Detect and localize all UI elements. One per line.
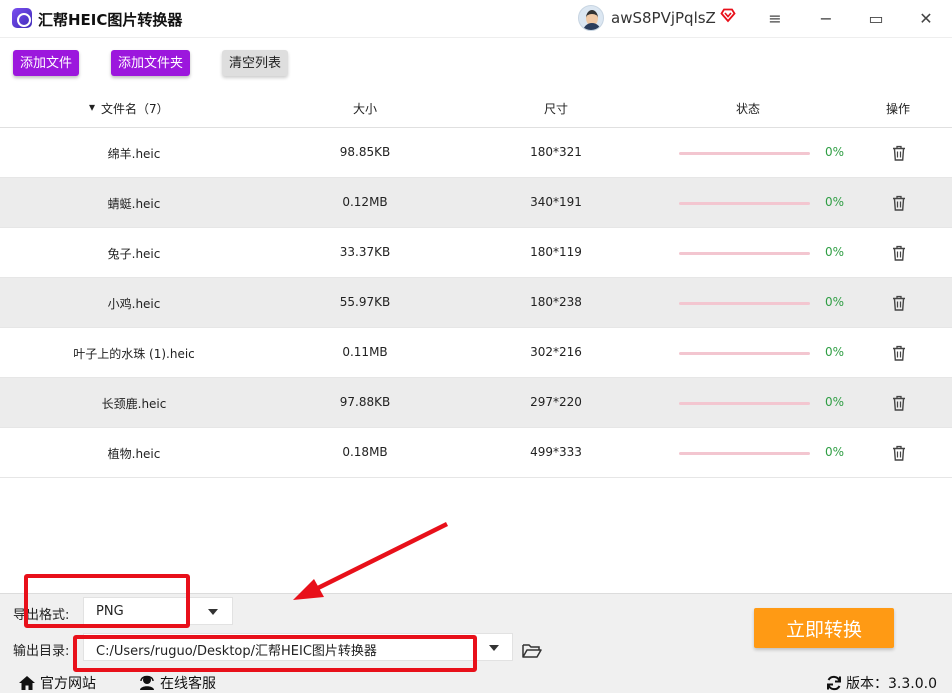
file-size: 33.37KB xyxy=(339,245,391,259)
delete-icon[interactable] xyxy=(892,245,906,261)
progress-percent: 0% xyxy=(825,445,845,459)
annotation-box-format xyxy=(24,574,190,628)
delete-icon[interactable] xyxy=(892,395,906,411)
online-support-link[interactable]: 在线客服 xyxy=(138,673,216,693)
progress-percent: 0% xyxy=(825,245,845,259)
clear-list-button[interactable]: 清空列表 xyxy=(222,50,289,76)
table-row[interactable]: 植物.heic 0.18MB 499*333 0% xyxy=(0,428,952,478)
refresh-icon xyxy=(827,675,841,691)
add-folder-button[interactable]: 添加文件夹 xyxy=(111,50,191,76)
add-files-button[interactable]: 添加文件 xyxy=(13,50,80,76)
file-size: 0.11MB xyxy=(342,345,388,359)
home-icon xyxy=(19,676,35,690)
convert-now-button[interactable]: 立即转换 xyxy=(754,608,894,648)
file-dimensions: 180*119 xyxy=(530,245,582,259)
minimize-icon[interactable]: − xyxy=(811,4,841,32)
username[interactable]: awS8PVjPqlsZ xyxy=(611,9,716,27)
title-bar: 汇帮HEIC图片转换器 awS8PVjPqlsZ ≡ − ▭ ✕ xyxy=(0,0,952,38)
table-row[interactable]: 小鸡.heic 55.97KB 180*238 0% xyxy=(0,278,952,328)
version-info[interactable]: 版本：3.3.0.0 xyxy=(826,673,937,693)
version-label: 版本：3.3.0.0 xyxy=(846,676,937,692)
file-name: 蜻蜓.heic xyxy=(107,197,161,211)
file-name: 兔子.heic xyxy=(107,247,161,261)
delete-icon[interactable] xyxy=(892,295,906,311)
progress-percent: 0% xyxy=(825,195,845,209)
file-name: 长颈鹿.heic xyxy=(101,397,167,411)
online-support-label: 在线客服 xyxy=(160,676,216,692)
avatar[interactable] xyxy=(578,5,604,31)
file-name: 绵羊.heic xyxy=(107,147,161,161)
file-dimensions: 302*216 xyxy=(530,345,582,359)
vip-badge-icon[interactable] xyxy=(720,7,736,23)
progress-bar xyxy=(679,252,810,255)
file-size: 0.18MB xyxy=(342,445,388,459)
progress-percent: 0% xyxy=(825,395,845,409)
app-logo-icon xyxy=(12,8,32,28)
table-row[interactable]: 兔子.heic 33.37KB 180*119 0% xyxy=(0,228,952,278)
file-name: 小鸡.heic xyxy=(107,297,161,311)
file-dimensions: 340*191 xyxy=(530,195,582,209)
open-folder-icon[interactable] xyxy=(522,643,542,659)
table-header: ▾ 文件名（7） 大小 尺寸 状态 操作 xyxy=(0,88,952,128)
annotation-box-output-dir xyxy=(73,635,477,672)
progress-bar xyxy=(679,452,810,455)
progress-percent: 0% xyxy=(825,145,845,159)
progress-bar xyxy=(679,352,810,355)
close-icon[interactable]: ✕ xyxy=(911,4,941,32)
file-name: 叶子上的水珠 (1).heic xyxy=(73,347,195,361)
progress-bar xyxy=(679,152,810,155)
maximize-icon[interactable]: ▭ xyxy=(861,4,891,32)
file-table: ▾ 文件名（7） 大小 尺寸 状态 操作 绵羊.heic 98.85KB 180… xyxy=(0,88,952,478)
delete-icon[interactable] xyxy=(892,195,906,211)
table-row[interactable]: 绵羊.heic 98.85KB 180*321 0% xyxy=(0,128,952,178)
file-size: 98.85KB xyxy=(339,145,391,159)
column-header-size[interactable]: 大小 xyxy=(353,100,377,117)
toolbar: 添加文件 添加文件夹 清空列表 xyxy=(0,39,952,88)
file-size: 55.97KB xyxy=(339,295,391,309)
official-website-link[interactable]: 官方网站 xyxy=(18,673,96,693)
progress-percent: 0% xyxy=(825,345,845,359)
column-header-actions: 操作 xyxy=(886,102,911,116)
delete-icon[interactable] xyxy=(892,445,906,461)
column-header-status: 状态 xyxy=(736,102,761,116)
menu-icon[interactable]: ≡ xyxy=(760,4,790,32)
delete-icon[interactable] xyxy=(892,345,906,361)
column-header-name[interactable]: 文件名（7） xyxy=(101,100,169,117)
delete-icon[interactable] xyxy=(892,145,906,161)
official-website-label: 官方网站 xyxy=(40,676,96,692)
chevron-down-icon xyxy=(489,645,499,651)
table-row[interactable]: 长颈鹿.heic 97.88KB 297*220 0% xyxy=(0,378,952,428)
progress-bar xyxy=(679,302,810,305)
table-row[interactable]: 蜻蜓.heic 0.12MB 340*191 0% xyxy=(0,178,952,228)
sort-desc-icon[interactable]: ▾ xyxy=(89,100,95,114)
progress-percent: 0% xyxy=(825,295,845,309)
output-dir-label: 输出目录: xyxy=(13,644,70,659)
file-dimensions: 180*321 xyxy=(530,145,582,159)
chevron-down-icon xyxy=(208,609,218,615)
progress-bar xyxy=(679,202,810,205)
file-dimensions: 499*333 xyxy=(530,445,582,459)
column-header-dimensions[interactable]: 尺寸 xyxy=(544,100,568,117)
progress-bar xyxy=(679,402,810,405)
file-size: 97.88KB xyxy=(339,395,391,409)
file-name: 植物.heic xyxy=(107,447,161,461)
table-row[interactable]: 叶子上的水珠 (1).heic 0.11MB 302*216 0% xyxy=(0,328,952,378)
customer-service-icon xyxy=(140,675,154,690)
file-size: 0.12MB xyxy=(342,195,388,209)
file-dimensions: 297*220 xyxy=(530,395,582,409)
app-title: 汇帮HEIC图片转换器 xyxy=(38,11,183,29)
file-dimensions: 180*238 xyxy=(530,295,582,309)
